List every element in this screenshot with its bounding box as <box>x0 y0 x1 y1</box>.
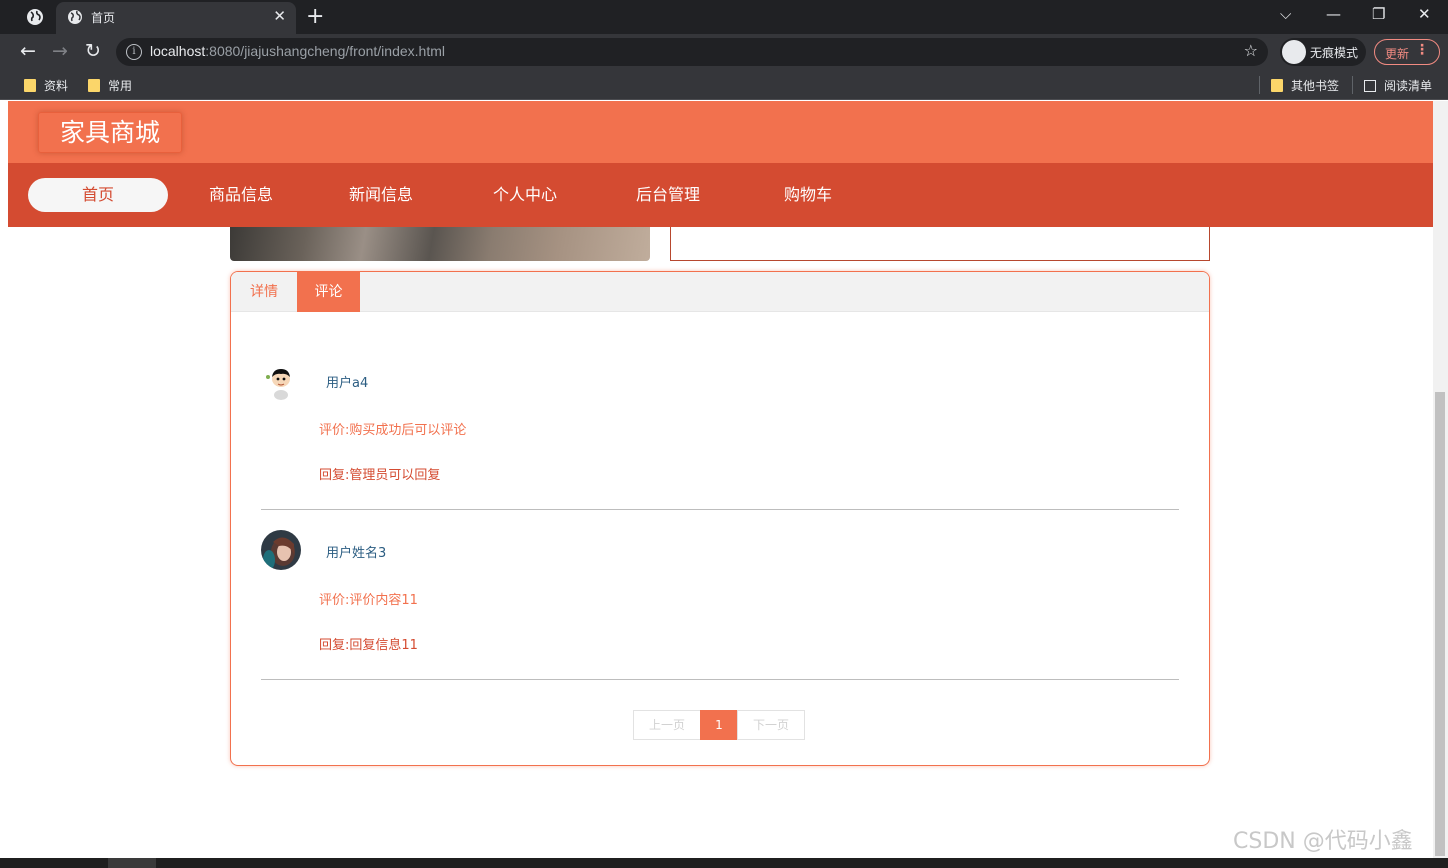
product-info-box <box>670 227 1210 261</box>
tab-header: 详情 评论 <box>231 272 1209 312</box>
watermark: CSDN @代码小鑫 <box>1233 829 1413 854</box>
folder-icon <box>88 79 100 92</box>
page-viewport: 家具商城 首页 商品信息 新闻信息 个人中心 后台管理 购物车 详情 评论 用户… <box>0 101 1448 858</box>
comment-item: 用户姓名3 评价:评价内容11 回复:回复信息11 <box>261 530 1179 680</box>
site-info-icon[interactable]: i <box>126 44 142 60</box>
folder-icon <box>24 79 36 92</box>
incognito-label: 无痕模式 <box>1310 46 1359 60</box>
comment-content: 评价:购买成功后可以评论 <box>319 423 467 438</box>
close-window-icon[interactable]: ✕ <box>1418 5 1431 23</box>
comment-reply: 回复:管理员可以回复 <box>319 468 441 483</box>
user-avatar-cartoon-icon <box>261 360 301 400</box>
bookmarks-bar: 资料 常用 其他书签 阅读清单 <box>0 70 1448 100</box>
update-label: 更新 <box>1385 47 1410 61</box>
address-bar[interactable]: i localhost:8080/jiajushangcheng/front/i… <box>116 38 1268 66</box>
globe-icon <box>68 10 82 24</box>
browser-tab-strip: 首页 ✕ + ⌵ — ❐ ✕ <box>0 0 1448 34</box>
bookmark-separator <box>1259 76 1260 94</box>
avatar <box>261 530 301 570</box>
bookmark-separator <box>1352 76 1353 94</box>
product-tabs-panel: 详情 评论 用户a4 评价:购买成功后可以评论 回复:管理员可以回复 用户姓名3… <box>230 271 1210 766</box>
tab-title: 首页 <box>91 11 116 25</box>
taskbar <box>0 858 1448 868</box>
globe-icon[interactable] <box>26 8 44 26</box>
comment-divider <box>261 509 1179 510</box>
avatar <box>261 360 301 400</box>
more-menu-icon: ⋮ <box>1415 42 1429 58</box>
taskbar-item[interactable] <box>108 858 156 868</box>
product-image <box>230 227 650 261</box>
minimize-icon[interactable]: — <box>1326 5 1341 23</box>
new-tab-button[interactable]: + <box>306 4 324 29</box>
tab-details[interactable]: 详情 <box>231 272 297 312</box>
bookmark-folder-ziliao[interactable]: 资料 <box>24 77 68 94</box>
comment-username: 用户姓名3 <box>326 546 387 561</box>
browser-toolbar: ← → ↻ i localhost:8080/jiajushangcheng/f… <box>0 34 1448 70</box>
nav-products[interactable]: 商品信息 <box>171 178 311 212</box>
user-avatar-photo-icon <box>261 530 301 570</box>
comment-item: 用户a4 评价:购买成功后可以评论 回复:管理员可以回复 <box>261 360 1179 510</box>
prev-page-button[interactable]: 上一页 <box>633 710 701 740</box>
page-number-button[interactable]: 1 <box>700 710 738 740</box>
nav-news[interactable]: 新闻信息 <box>311 178 451 212</box>
left-gutter <box>0 101 8 858</box>
comment-content: 评价:评价内容11 <box>319 593 418 608</box>
forward-icon[interactable]: → <box>52 40 68 62</box>
restore-icon[interactable]: ❐ <box>1372 5 1385 23</box>
bookmark-folder-changyong[interactable]: 常用 <box>88 77 132 94</box>
tab-comments[interactable]: 评论 <box>297 272 360 312</box>
browser-tab-active[interactable]: 首页 ✕ <box>56 2 296 34</box>
incognito-indicator[interactable]: 无痕模式 <box>1280 38 1366 66</box>
nav-personal-center[interactable]: 个人中心 <box>455 178 595 212</box>
nav-home[interactable]: 首页 <box>28 178 168 212</box>
bookmark-star-icon[interactable]: ☆ <box>1244 41 1258 60</box>
reading-list[interactable]: 阅读清单 <box>1364 77 1432 94</box>
next-page-button[interactable]: 下一页 <box>737 710 805 740</box>
comment-username: 用户a4 <box>326 376 369 391</box>
folder-icon <box>1271 79 1283 92</box>
close-tab-icon[interactable]: ✕ <box>273 7 286 25</box>
nav-cart[interactable]: 购物车 <box>738 178 878 212</box>
reading-list-icon <box>1364 80 1376 92</box>
update-button[interactable]: 更新 ⋮ <box>1374 39 1440 65</box>
tab-search-icon[interactable]: ⌵ <box>1280 5 1291 23</box>
comment-reply: 回复:回复信息11 <box>319 638 418 653</box>
incognito-icon <box>1282 40 1306 64</box>
reload-icon[interactable]: ↻ <box>85 40 101 62</box>
comment-divider <box>261 679 1179 680</box>
url-text[interactable]: localhost:8080/jiajushangcheng/front/ind… <box>150 43 445 59</box>
nav-admin[interactable]: 后台管理 <box>598 178 738 212</box>
site-logo[interactable]: 家具商城 <box>38 112 182 153</box>
other-bookmarks[interactable]: 其他书签 <box>1271 77 1339 94</box>
back-icon[interactable]: ← <box>20 40 36 62</box>
scrollbar-thumb[interactable] <box>1435 392 1445 856</box>
main-nav: 首页 商品信息 新闻信息 个人中心 后台管理 购物车 <box>8 163 1433 227</box>
site-header: 家具商城 <box>8 101 1433 163</box>
